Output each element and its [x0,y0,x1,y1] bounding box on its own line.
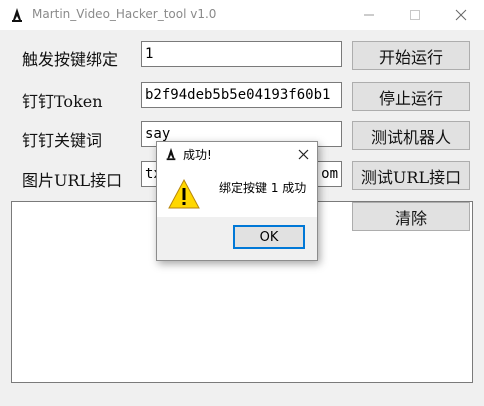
dialog-title: 成功! [183,148,212,162]
close-button[interactable] [438,0,484,30]
dialog-app-icon [166,147,176,161]
keyword-label: 钉钉关键词 [22,131,103,150]
trigger-key-label: 触发按键绑定 [22,50,119,69]
dialog-title-bar: 成功! [157,142,317,168]
token-value: b2f94deb5b5e04193f60b1 [145,87,331,103]
clear-button[interactable]: 清除 [352,202,470,231]
minimize-icon [364,14,374,16]
success-dialog: 成功! 绑定按键 1 成功 OK [156,141,318,261]
maximize-icon [410,10,420,20]
dialog-close-button[interactable] [293,144,313,164]
app-icon [12,8,22,22]
close-icon [298,149,308,159]
minimize-button[interactable] [346,0,392,30]
token-label: 钉钉Token [22,92,103,111]
test-url-button[interactable]: 测试URL接口 [352,161,470,190]
test-robot-button[interactable]: 测试机器人 [352,121,470,150]
maximize-button[interactable] [392,0,438,30]
title-bar: Martin_Video_Hacker_tool v1.0 [0,0,484,30]
ok-button[interactable]: OK [233,225,305,249]
window-title: Martin_Video_Hacker_tool v1.0 [32,7,217,21]
image-url-label: 图片URL接口 [22,171,123,190]
warning-icon [168,178,200,209]
trigger-key-input[interactable]: 1 [141,41,342,67]
start-button[interactable]: 开始运行 [352,41,470,70]
token-input[interactable]: b2f94deb5b5e04193f60b1 [141,82,342,108]
image-url-value-tail: om [321,166,338,182]
dialog-message: 绑定按键 1 成功 [219,181,307,195]
dialog-footer: OK [157,217,317,260]
close-icon [455,9,467,21]
stop-button[interactable]: 停止运行 [352,82,470,111]
